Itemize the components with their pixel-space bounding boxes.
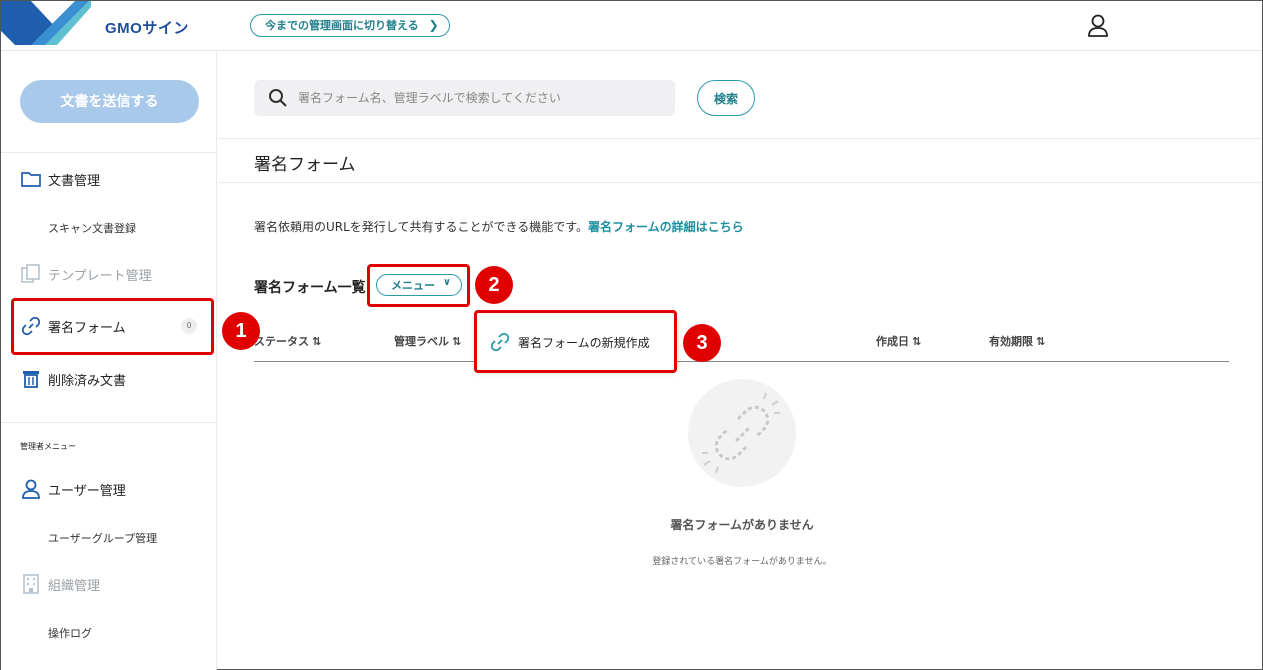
- sidebar-divider: [1, 422, 217, 423]
- sidebar-item-label: 削除済み文書: [48, 373, 127, 389]
- search-button[interactable]: 検索: [697, 80, 755, 116]
- column-label: 管理ラベル: [394, 335, 449, 348]
- sidebar-item-label: テンプレート管理: [48, 268, 152, 284]
- sort-icon: ⇅: [312, 335, 322, 348]
- column-header-label[interactable]: 管理ラベル ⇅: [394, 333, 461, 349]
- sidebar-item-label: 操作ログ: [48, 627, 92, 640]
- send-document-button[interactable]: 文書を送信する: [20, 80, 199, 123]
- template-icon: [21, 264, 41, 284]
- sidebar-item-label: 組織管理: [48, 578, 101, 594]
- sidebar-item-label: 文書管理: [48, 173, 101, 189]
- switch-button-label: 今までの管理画面に切り替える: [265, 19, 419, 32]
- app-header: GMOサイン 今までの管理画面に切り替える ❯: [1, 1, 1262, 51]
- table-header-divider: [254, 361, 1229, 362]
- page-title: 署名フォーム: [254, 155, 356, 175]
- description-text: 署名依頼用のURLを発行して共有することができる機能です。: [254, 220, 589, 234]
- column-label: ステータス: [254, 335, 309, 348]
- sidebar-divider: [1, 152, 217, 153]
- switch-admin-screen-button[interactable]: 今までの管理画面に切り替える ❯: [250, 14, 450, 37]
- sidebar-item-document-management[interactable]: 文書管理: [1, 164, 217, 194]
- step-number-2: 2: [475, 266, 513, 304]
- highlight-box-1: [11, 298, 214, 355]
- main-divider: [218, 182, 1262, 183]
- sidebar: 文書を送信する 文書管理 スキャン文書登録 テンプレート管理 署名フォーム 0 …: [1, 52, 217, 670]
- sidebar-item-label: ユーザー管理: [48, 483, 126, 499]
- column-label: 有効期限: [989, 335, 1033, 348]
- sort-icon: ⇅: [452, 335, 462, 348]
- main-content: 検索 署名フォーム 署名依頼用のURLを発行して共有することができる機能です。署…: [218, 52, 1262, 670]
- highlight-box-3: [474, 310, 677, 373]
- user-account-icon[interactable]: [1087, 14, 1109, 38]
- empty-state-title: 署名フォームがありません: [670, 518, 814, 532]
- folder-icon: [21, 169, 41, 189]
- empty-state-illustration: [688, 379, 796, 487]
- column-header-status[interactable]: ステータス ⇅: [254, 333, 321, 349]
- sidebar-item-user-group-management[interactable]: ユーザーグループ管理: [1, 523, 217, 553]
- empty-state-subtitle: 登録されている署名フォームがありません。: [652, 557, 832, 567]
- sidebar-item-template-management[interactable]: テンプレート管理: [1, 259, 217, 289]
- building-icon: [21, 574, 41, 594]
- sidebar-item-user-management[interactable]: ユーザー管理: [1, 474, 217, 504]
- step-number-1: 1: [222, 312, 260, 350]
- sidebar-item-deleted-documents[interactable]: 削除済み文書: [1, 364, 217, 394]
- trash-icon: [21, 369, 41, 389]
- page-description: 署名依頼用のURLを発行して共有することができる機能です。署名フォームの詳細はこ…: [254, 218, 744, 235]
- sidebar-item-operation-log[interactable]: 操作ログ: [1, 618, 217, 648]
- search-bar: [254, 80, 675, 116]
- highlight-box-2: [367, 264, 470, 307]
- logo-mark: [1, 1, 91, 45]
- chevron-right-icon: ❯: [428, 18, 439, 32]
- column-header-expiration[interactable]: 有効期限 ⇅: [989, 333, 1045, 349]
- admin-section-label: 管理者メニュー: [20, 442, 76, 451]
- column-header-created-date[interactable]: 作成日 ⇅: [876, 333, 921, 349]
- search-input[interactable]: [298, 80, 668, 116]
- sidebar-item-organization-management[interactable]: 組織管理: [1, 569, 217, 599]
- sort-icon: ⇅: [912, 335, 922, 348]
- column-label: 作成日: [876, 335, 909, 348]
- sort-icon: ⇅: [1036, 335, 1046, 348]
- sidebar-item-label: スキャン文書登録: [48, 222, 136, 235]
- details-link[interactable]: 署名フォームの詳細はこちら: [588, 220, 744, 234]
- main-divider: [218, 138, 1262, 139]
- search-icon: [268, 88, 288, 108]
- sidebar-item-scan-register[interactable]: スキャン文書登録: [1, 213, 217, 243]
- logo-text: GMOサイン: [105, 20, 189, 37]
- sidebar-item-label: ユーザーグループ管理: [48, 532, 158, 545]
- list-title: 署名フォーム一覧: [254, 280, 366, 296]
- user-icon: [21, 479, 41, 499]
- step-number-3: 3: [683, 324, 721, 362]
